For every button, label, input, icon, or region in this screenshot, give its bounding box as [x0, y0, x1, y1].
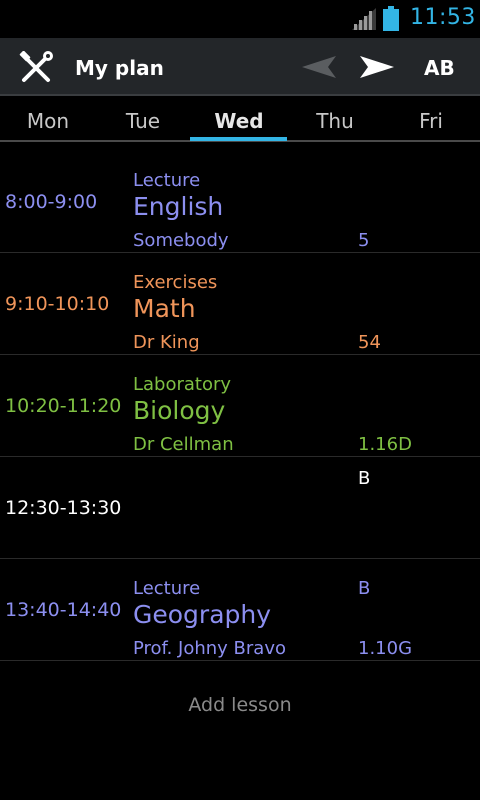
lesson-room: 1.16D — [358, 434, 412, 455]
clock: 11:53 — [410, 5, 476, 30]
next-arrow-icon[interactable] — [360, 54, 394, 80]
lesson-type: Lecture — [133, 578, 201, 599]
lesson-subject: Geography — [133, 600, 272, 629]
lesson-subject: English — [133, 192, 224, 221]
lesson-time: 8:00-9:00 — [5, 191, 98, 213]
tab-indicator — [190, 137, 287, 141]
tools-icon[interactable] — [18, 51, 54, 85]
tab-thu[interactable]: Thu — [287, 98, 383, 142]
lesson-room: 5 — [358, 230, 370, 251]
app-title: My plan — [75, 56, 164, 80]
tab-tue[interactable]: Tue — [95, 98, 191, 142]
lesson-type: Exercises — [133, 272, 218, 293]
tab-mon[interactable]: Mon — [0, 98, 96, 142]
add-lesson-button[interactable]: Add lesson — [0, 694, 480, 716]
lesson-row[interactable]: 9:10-10:10 Exercises Math Dr King 54 — [0, 253, 480, 355]
lesson-time: 10:20-11:20 — [5, 395, 122, 417]
lesson-teacher: Dr Cellman — [133, 434, 234, 455]
lesson-room: 54 — [358, 332, 381, 353]
week-selector[interactable]: AB — [424, 56, 455, 80]
day-tabs: Mon Tue Wed Thu Fri — [0, 98, 480, 142]
tab-fri[interactable]: Fri — [383, 98, 479, 142]
lesson-teacher: Dr King — [133, 332, 200, 353]
lesson-type: Lecture — [133, 170, 201, 191]
signal-icon — [352, 8, 376, 30]
lesson-row[interactable]: 8:00-9:00 Lecture English Somebody 5 — [0, 151, 480, 253]
lesson-subject: Biology — [133, 396, 226, 425]
previous-arrow-icon[interactable] — [302, 54, 336, 80]
tab-wed[interactable]: Wed — [191, 98, 287, 142]
lesson-row[interactable]: 10:20-11:20 Laboratory Biology Dr Cellma… — [0, 355, 480, 457]
lesson-room: 1.10G — [358, 638, 413, 659]
lesson-time: 12:30-13:30 — [5, 497, 122, 519]
lesson-time: 9:10-10:10 — [5, 293, 110, 315]
lesson-group: B — [358, 468, 371, 489]
battery-icon — [383, 6, 399, 31]
lesson-type: Laboratory — [133, 374, 232, 395]
lesson-time: 13:40-14:40 — [5, 599, 122, 621]
lesson-row[interactable]: 13:40-14:40 Lecture Geography Prof. John… — [0, 559, 480, 661]
lesson-subject: Math — [133, 294, 196, 323]
lesson-teacher: Somebody — [133, 230, 229, 251]
status-bar: 11:53 — [0, 0, 480, 38]
action-bar: My plan AB — [0, 38, 480, 96]
lesson-row[interactable]: 12:30-13:30 B — [0, 457, 480, 559]
lesson-teacher: Prof. Johny Bravo — [133, 638, 286, 659]
lesson-group: B — [358, 578, 371, 599]
